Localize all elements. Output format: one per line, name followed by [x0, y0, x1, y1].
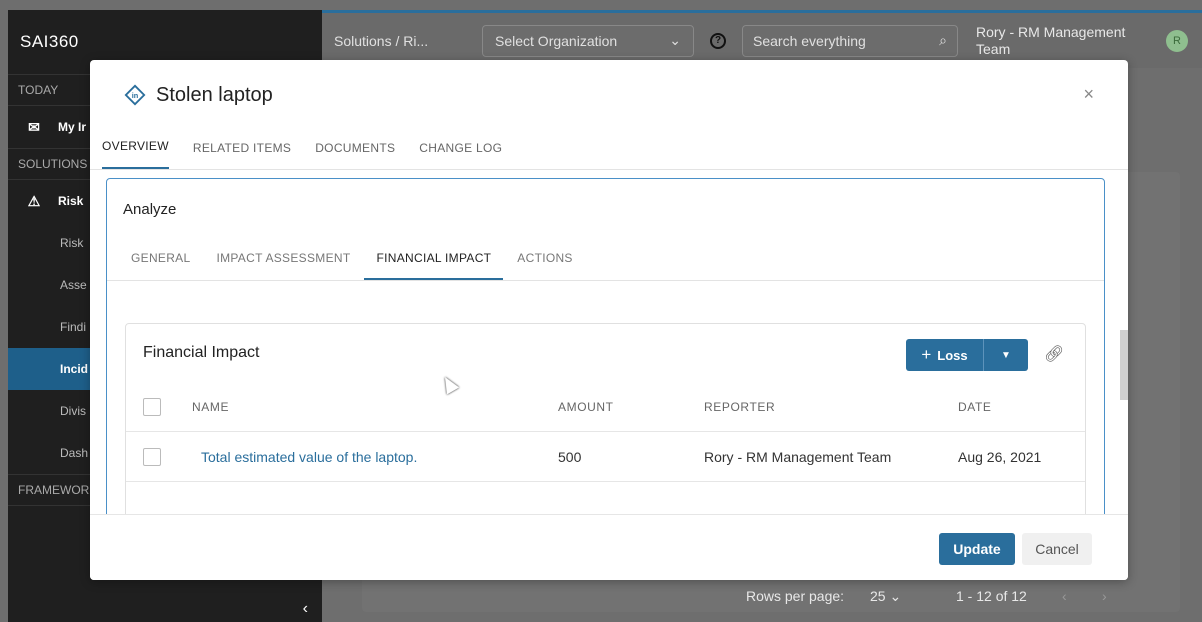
prev-page-icon[interactable]: ‹ [1062, 588, 1067, 604]
warning-icon: ⚠ [27, 192, 41, 209]
caret-down-icon: ▼ [1001, 349, 1011, 361]
financial-impact-title: Financial Impact [143, 344, 260, 361]
chevron-down-icon: ⌄ [669, 32, 681, 48]
breadcrumb[interactable]: Solutions / Ri... [334, 33, 470, 49]
select-all-checkbox[interactable] [143, 397, 161, 416]
cancel-button[interactable]: Cancel [1022, 533, 1092, 565]
organization-select-placeholder: Select Organization [495, 32, 618, 49]
tab-actions[interactable]: ACTIONS [505, 241, 584, 280]
chevron-down-icon: ⌄ [889, 587, 902, 604]
add-loss-dropdown[interactable]: ▼ [984, 339, 1028, 371]
modal-header: in Stolen laptop [90, 60, 1128, 130]
loss-date: Aug 26, 2021 [958, 448, 1042, 465]
search-icon: ⌕ [939, 32, 947, 48]
modal-tabs: OVERVIEW RELATED ITEMS DOCUMENTS CHANGE … [90, 130, 1128, 170]
rows-per-page-label: Rows per page: [746, 588, 845, 604]
tab-overview[interactable]: OVERVIEW [102, 139, 169, 169]
update-button[interactable]: Update [939, 533, 1015, 565]
next-page-icon[interactable]: › [1102, 588, 1107, 604]
column-header-amount[interactable]: AMOUNT [558, 400, 614, 414]
page-range: 1 - 12 of 12 [956, 588, 1027, 604]
column-header-reporter[interactable]: REPORTER [704, 400, 775, 414]
tab-change-log[interactable]: CHANGE LOG [419, 141, 502, 169]
table-row[interactable]: Total estimated value of the laptop. 500… [126, 432, 1085, 482]
organization-select[interactable]: Select Organization ⌄ [482, 24, 694, 57]
add-loss-button-group: + Loss ▼ [906, 339, 1028, 371]
sidebar-item-label: My Ir [58, 120, 87, 134]
rows-per-page-value: 25 [870, 587, 886, 604]
link-icon[interactable]: 🔗︎ [1044, 344, 1064, 364]
rows-per-page-select[interactable]: 25 ⌄ [870, 588, 901, 605]
loss-name-link[interactable]: Total estimated value of the laptop. [201, 449, 417, 465]
logo-text: SAI360 [20, 32, 79, 51]
help-icon[interactable]: ? [710, 32, 726, 49]
add-loss-button[interactable]: + Loss [906, 339, 984, 371]
collapse-sidebar-icon[interactable]: ‹ [303, 600, 308, 618]
tab-impact-assessment[interactable]: IMPACT ASSESSMENT [204, 241, 362, 280]
user-name[interactable]: Rory - RM Management Team [976, 24, 1146, 58]
pagination-footer: Rows per page: 25 ⌄ 1 - 12 of 12 ‹ › [362, 580, 1180, 612]
tab-financial-impact[interactable]: FINANCIAL IMPACT [364, 241, 504, 280]
avatar[interactable]: R [1166, 29, 1188, 52]
plus-icon: + [921, 345, 932, 364]
analyze-title: Analyze [123, 201, 177, 218]
mail-icon: ✉ [28, 118, 40, 135]
search-placeholder: Search everything [753, 32, 866, 49]
close-icon[interactable]: × [1083, 84, 1094, 105]
search-input[interactable]: Search everything ⌕ [742, 24, 958, 57]
incident-icon: in [124, 84, 146, 106]
loss-amount: 500 [558, 448, 582, 465]
analyze-tabs: GENERAL IMPACT ASSESSMENT FINANCIAL IMPA… [107, 241, 1104, 281]
loss-reporter: Rory - RM Management Team [704, 448, 892, 465]
tab-documents[interactable]: DOCUMENTS [315, 141, 395, 169]
sidebar-item-label: Risk [58, 194, 84, 208]
column-header-name[interactable]: NAME [192, 400, 229, 414]
table-header: NAME AMOUNT REPORTER DATE [126, 382, 1085, 432]
modal-footer: Update Cancel [90, 514, 1128, 580]
row-checkbox[interactable] [143, 447, 161, 466]
tab-related-items[interactable]: RELATED ITEMS [193, 141, 291, 169]
scrollbar[interactable] [1120, 330, 1128, 400]
tab-general[interactable]: GENERAL [119, 241, 202, 280]
svg-text:in: in [132, 91, 139, 100]
modal-title: Stolen laptop [156, 83, 273, 106]
column-header-date[interactable]: DATE [958, 400, 992, 414]
incident-modal: in Stolen laptop × OVERVIEW RELATED ITEM… [90, 60, 1128, 580]
add-loss-label: Loss [937, 347, 968, 363]
